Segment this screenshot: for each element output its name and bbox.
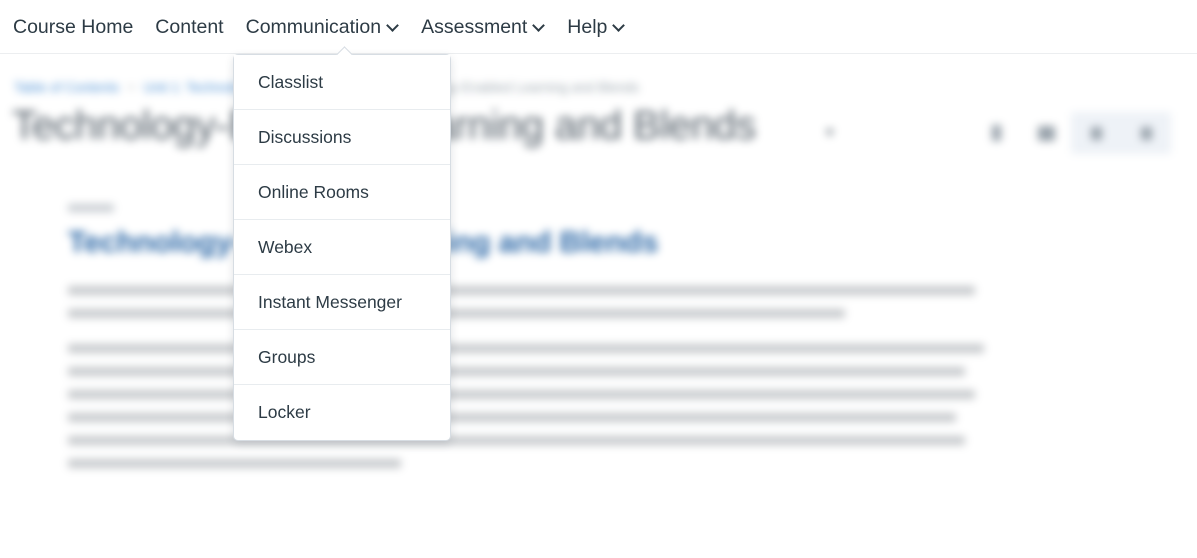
body-paragraph [68, 286, 993, 318]
nav-label: Help [567, 15, 608, 38]
menu-item-label: Instant Messenger [258, 291, 402, 312]
nav-item-assessment[interactable]: Assessment [410, 0, 556, 54]
nav-item-communication[interactable]: Communication [235, 0, 410, 54]
content-heading: Technology-Enabled Learning and Blends [68, 226, 659, 259]
course-navbar: Course Home Content Communication Assess… [0, 0, 1197, 54]
communication-dropdown-menu: Classlist Discussions Online Rooms Webex… [233, 54, 451, 441]
grid-view-icon [1037, 125, 1055, 141]
next-page-button[interactable] [1121, 112, 1171, 154]
body-text-line [68, 367, 966, 376]
chevron-down-icon [614, 20, 625, 31]
previous-arrow-icon [1090, 126, 1102, 140]
page-toolbar [971, 112, 1171, 154]
body-text-line [68, 390, 975, 399]
unit-label [68, 204, 114, 212]
menu-item-instant-messenger[interactable]: Instant Messenger [234, 275, 450, 330]
dropdown-pointer-arrow [336, 46, 353, 55]
chevron-down-icon [388, 20, 399, 31]
menu-item-label: Online Rooms [258, 181, 369, 202]
breadcrumb-separator-icon: > [128, 81, 135, 94]
menu-item-online-rooms[interactable]: Online Rooms [234, 165, 450, 220]
menu-item-webex[interactable]: Webex [234, 220, 450, 275]
bookmark-button[interactable] [971, 112, 1021, 154]
breadcrumb-table-of-contents[interactable]: Table of Contents [14, 80, 119, 95]
nav-label: Course Home [13, 15, 134, 38]
grid-view-button[interactable] [1021, 112, 1071, 154]
menu-item-groups[interactable]: Groups [234, 330, 450, 385]
page-title-chevron-down-icon[interactable]: ▾ [826, 125, 839, 140]
bookmark-icon [991, 125, 1001, 141]
nav-label: Assessment [421, 15, 528, 38]
chevron-down-icon [534, 20, 545, 31]
menu-item-label: Groups [258, 346, 316, 367]
menu-item-classlist[interactable]: Classlist [234, 55, 450, 110]
menu-item-locker[interactable]: Locker [234, 385, 450, 440]
body-text-line [68, 436, 966, 445]
menu-item-label: Locker [258, 402, 311, 422]
body-text-line [68, 344, 984, 353]
blurred-page-content: Table of Contents > Unit 1: Technology-E… [0, 54, 1197, 558]
body-text-line [68, 459, 401, 468]
body-text-line [68, 286, 975, 295]
nav-item-content[interactable]: Content [144, 0, 234, 54]
body-text-line [68, 309, 845, 318]
nav-label: Content [155, 15, 224, 38]
body-text-line [68, 413, 956, 422]
menu-item-label: Webex [258, 236, 313, 257]
nav-item-help[interactable]: Help [556, 0, 636, 54]
body-paragraph [68, 344, 993, 468]
previous-page-button[interactable] [1071, 112, 1121, 154]
menu-item-discussions[interactable]: Discussions [234, 110, 450, 165]
nav-label: Communication [245, 15, 382, 38]
menu-item-label: Discussions [258, 126, 352, 147]
nav-item-course-home[interactable]: Course Home [13, 0, 144, 54]
main-content: Technology-Enabled Learning and Blends [68, 204, 993, 494]
next-arrow-icon [1140, 126, 1152, 140]
menu-item-label: Classlist [258, 71, 324, 92]
